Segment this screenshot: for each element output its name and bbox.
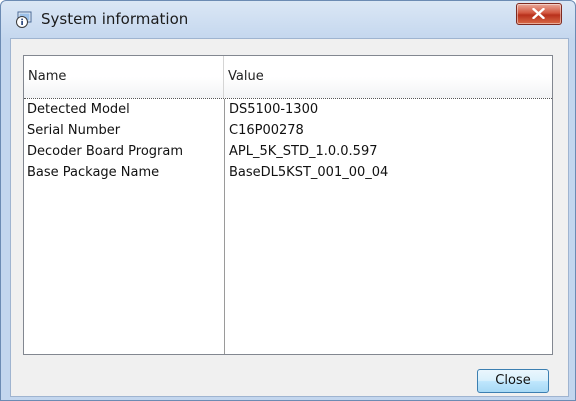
window-title: System information [41,10,189,28]
row-name: Base Package Name [27,165,160,180]
column-header-value[interactable]: Value [224,56,552,98]
table-row[interactable]: Detected Model DS5100-1300 [24,99,552,120]
table-row[interactable]: Decoder Board Program APL_5K_STD_1.0.0.5… [24,141,552,162]
close-window-button[interactable] [516,3,562,25]
close-icon [532,8,545,19]
info-icon [15,11,33,29]
dialog-client-area: Name Value Detected Model DS5100-1300 Se… [10,38,569,397]
row-value: C16P00278 [229,123,304,138]
list-body: Detected Model DS5100-1300 Serial Number… [24,99,552,354]
row-name: Detected Model [27,102,130,117]
title-bar[interactable]: System information [1,1,575,39]
row-name: Serial Number [27,123,121,138]
list-header: Name Value [24,56,552,99]
row-value: BaseDL5KST_001_00_04 [229,165,389,180]
row-name: Decoder Board Program [27,144,184,159]
column-header-name[interactable]: Name [24,56,224,98]
system-info-list[interactable]: Name Value Detected Model DS5100-1300 Se… [23,55,553,355]
row-value: APL_5K_STD_1.0.0.597 [229,144,378,159]
table-row[interactable]: Base Package Name BaseDL5KST_001_00_04 [24,162,552,183]
table-row[interactable]: Serial Number C16P00278 [24,120,552,141]
close-button[interactable]: Close [477,369,549,393]
row-value: DS5100-1300 [229,102,319,117]
system-information-window: System information Name Value Detected M… [0,0,576,401]
